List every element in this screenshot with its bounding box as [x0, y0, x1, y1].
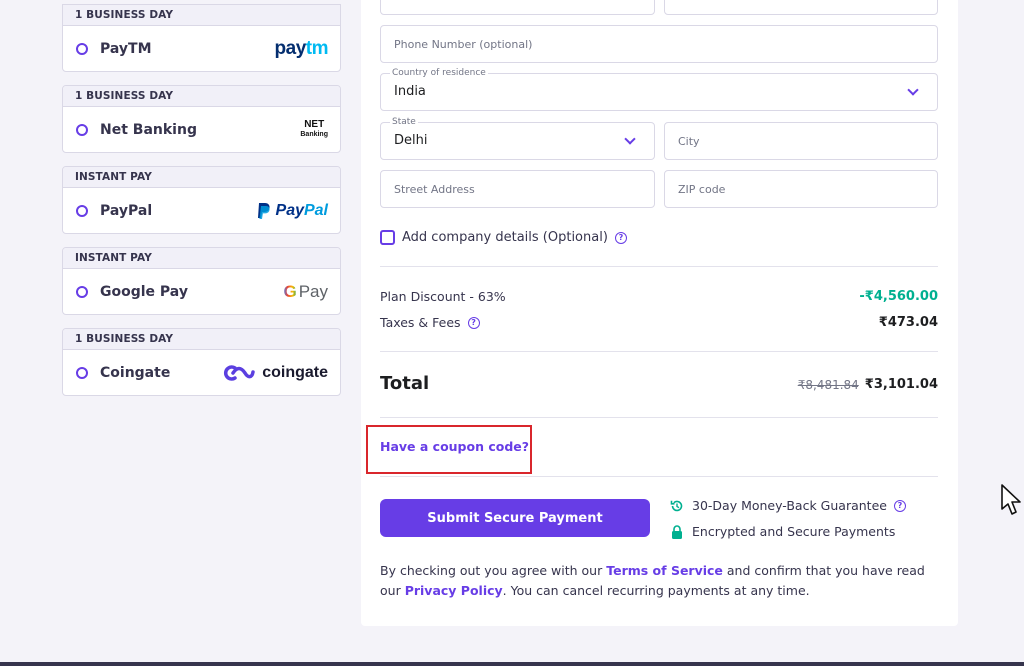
method-speed-tag: 1 BUSINESS DAY: [63, 329, 340, 350]
google-pay-logo: G Pay: [283, 281, 328, 301]
divider: [380, 266, 938, 267]
state-select[interactable]: State Delhi: [380, 117, 655, 160]
chevron-down-icon: [624, 133, 636, 145]
method-speed-tag: 1 BUSINESS DAY: [63, 5, 340, 26]
payment-method-net-banking[interactable]: 1 BUSINESS DAY Net Banking NET Banking: [62, 85, 341, 153]
radio-button[interactable]: [76, 366, 88, 379]
submit-payment-button[interactable]: Submit Secure Payment: [380, 499, 650, 537]
phone-placeholder: Phone Number (optional): [394, 38, 533, 51]
payment-method-paypal[interactable]: INSTANT PAY PayPal Pay Pal: [62, 166, 341, 234]
company-details-checkbox[interactable]: [380, 230, 395, 245]
country-label: Country of residence: [390, 68, 488, 78]
divider: [380, 351, 938, 352]
city-placeholder: City: [678, 135, 700, 148]
state-label: State: [390, 117, 418, 127]
paytm-logo: paytm: [274, 37, 329, 59]
bottom-bar: [0, 662, 1024, 666]
chevron-down-icon: [907, 84, 919, 96]
radio-button[interactable]: [76, 204, 88, 217]
divider: [380, 476, 938, 477]
coingate-mark-icon: [224, 364, 255, 381]
company-details-label[interactable]: Add company details (Optional): [402, 230, 608, 245]
phone-number-input[interactable]: Phone Number (optional): [380, 25, 938, 63]
taxes-label: Taxes & Fees ?: [380, 315, 480, 330]
method-name: Google Pay: [100, 283, 188, 300]
coupon-code-link[interactable]: Have a coupon code?: [380, 439, 529, 454]
payment-method-google-pay[interactable]: INSTANT PAY Google Pay G Pay: [62, 247, 341, 315]
zip-code-input[interactable]: ZIP code: [664, 170, 938, 208]
method-name: PayPal: [100, 202, 153, 219]
street-placeholder: Street Address: [394, 183, 475, 196]
state-value: Delhi: [394, 133, 428, 148]
divider: [380, 417, 938, 418]
last-name-field[interactable]: [664, 0, 938, 15]
plan-discount-text: Plan Discount - 63%: [380, 289, 506, 304]
radio-button[interactable]: [76, 42, 88, 55]
country-select[interactable]: Country of residence India: [380, 68, 938, 111]
method-name: Coingate: [100, 364, 171, 381]
payment-methods-list: 1 BUSINESS DAY PayTM paytm 1 BUSINESS DA…: [62, 4, 341, 409]
radio-button[interactable]: [76, 123, 88, 136]
payment-method-paytm[interactable]: 1 BUSINESS DAY PayTM paytm: [62, 4, 341, 72]
method-speed-tag: INSTANT PAY: [63, 248, 340, 269]
secure-payments-note: Encrypted and Secure Payments: [670, 524, 895, 539]
money-back-guarantee: 30-Day Money-Back Guarantee ?: [670, 498, 906, 513]
radio-button[interactable]: [76, 285, 88, 298]
method-speed-tag: INSTANT PAY: [63, 167, 340, 188]
final-price: ₹3,101.04: [864, 377, 938, 392]
method-speed-tag: 1 BUSINESS DAY: [63, 86, 340, 107]
method-name: PayTM: [100, 40, 152, 57]
paypal-p-icon: [257, 202, 270, 219]
city-input[interactable]: City: [664, 122, 938, 160]
country-value: India: [394, 84, 426, 99]
mouse-cursor-icon: [1001, 484, 1021, 515]
help-icon[interactable]: ?: [893, 499, 906, 512]
first-name-field[interactable]: [380, 0, 655, 15]
payment-method-coingate[interactable]: 1 BUSINESS DAY Coingate coingate: [62, 328, 341, 396]
paypal-logo: Pay Pal: [256, 202, 328, 220]
total-value: ₹8,481.84 ₹3,101.04: [798, 377, 938, 392]
history-icon: [670, 500, 683, 511]
total-label: Total: [380, 373, 430, 394]
method-name: Net Banking: [100, 121, 197, 138]
coingate-logo: coingate: [221, 364, 328, 382]
lock-icon: [672, 524, 682, 539]
terms-of-service-link[interactable]: Terms of Service: [606, 563, 723, 578]
help-icon[interactable]: ?: [467, 316, 480, 329]
plan-discount-value: -₹4,560.00: [859, 289, 938, 304]
money-back-text: 30-Day Money-Back Guarantee: [692, 498, 887, 513]
terms-text: By checking out you agree with our Terms…: [380, 563, 925, 598]
taxes-value: ₹473.04: [878, 315, 938, 330]
company-details-row: Add company details (Optional) ?: [380, 230, 627, 245]
privacy-policy-link[interactable]: Privacy Policy: [405, 583, 503, 598]
secure-payments-text: Encrypted and Secure Payments: [692, 524, 896, 539]
net-banking-logo: NET Banking: [300, 119, 328, 139]
street-address-input[interactable]: Street Address: [380, 170, 655, 208]
taxes-text: Taxes & Fees: [380, 315, 461, 330]
original-price: ₹8,481.84: [797, 377, 859, 392]
help-icon[interactable]: ?: [614, 231, 627, 244]
plan-discount-label: Plan Discount - 63%: [380, 289, 506, 304]
zip-placeholder: ZIP code: [678, 183, 726, 196]
